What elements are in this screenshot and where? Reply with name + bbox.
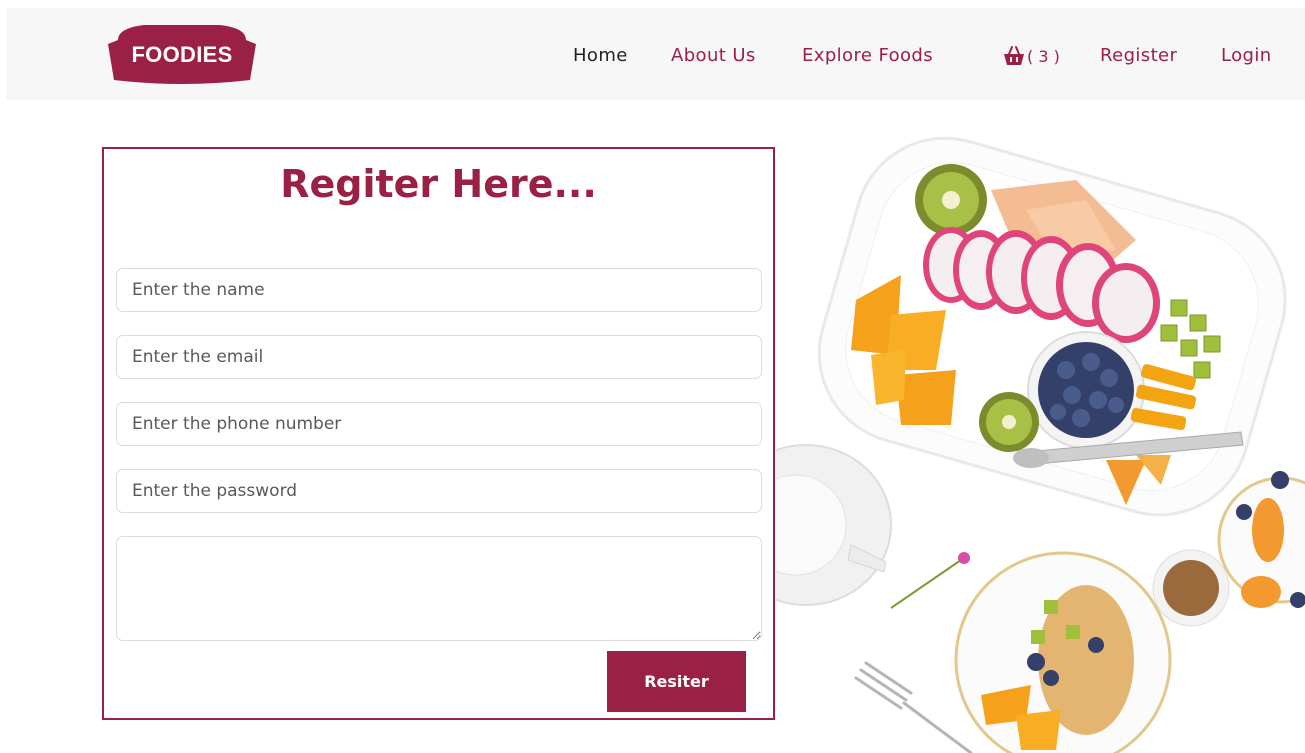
nav-explore-foods-link[interactable]: Explore Foods [802, 45, 933, 67]
register-form: Regiter Here... Resiter [102, 147, 775, 720]
password-input[interactable] [116, 469, 762, 513]
message-textarea[interactable] [116, 536, 762, 641]
nav-login-link[interactable]: Login [1221, 45, 1272, 67]
name-input[interactable] [116, 268, 762, 312]
fruit-platter-illustration [776, 136, 1305, 753]
nav-register-link[interactable]: Register [1100, 45, 1177, 67]
phone-input[interactable] [116, 402, 762, 446]
basket-icon [1004, 46, 1024, 65]
nav-about-link[interactable]: About Us [671, 45, 756, 67]
nav-home-link[interactable]: Home [573, 45, 628, 67]
cart-link[interactable]: ( 3 ) [1002, 44, 1060, 68]
cart-count: ( 3 ) [1027, 46, 1060, 66]
email-input[interactable] [116, 335, 762, 379]
food-hero-image [776, 100, 1305, 753]
foodies-logo[interactable]: FOODIES [104, 22, 260, 86]
form-title: Regiter Here... [280, 162, 597, 206]
register-submit-button[interactable]: Resiter [607, 651, 746, 712]
logo-text: FOODIES [131, 42, 233, 67]
